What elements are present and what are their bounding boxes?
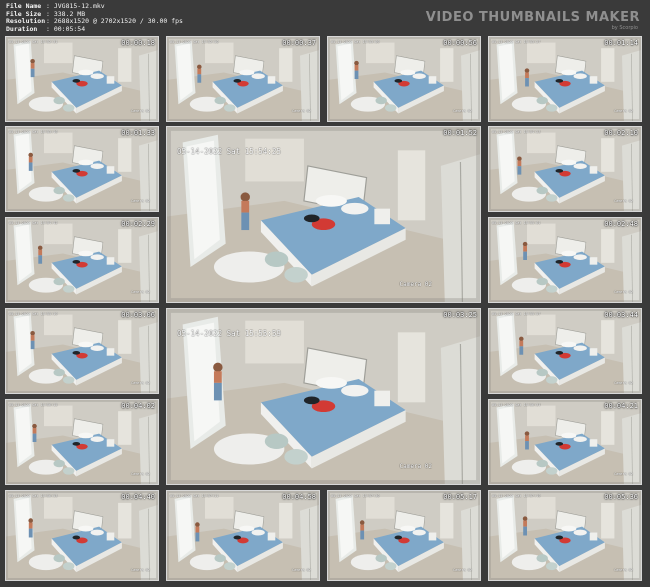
- camera-label-overlay: Camera 02: [614, 472, 633, 476]
- camera-timestamp-overlay: 05-14-2022 Sat 15:57:11: [170, 494, 219, 498]
- camera-frame-image: [328, 491, 480, 580]
- thumbnail-timecode: 00:00:56: [443, 39, 477, 47]
- camera-timestamp-overlay: 05-14-2022 Sat 15:55:01: [492, 221, 541, 225]
- thumbnail[interactable]: 05-14-2022 Sat 15:55:57 Camera 02 00:03:44: [488, 308, 642, 394]
- thumbnail-timecode: 00:00:18: [121, 39, 155, 47]
- camera-timestamp-overlay: 05-14-2022 Sat 15:52:50: [170, 40, 219, 44]
- camera-timestamp-overlay: 05-14-2022 Sat 15:53:46: [9, 130, 58, 134]
- thumbnail-timecode: 00:01:52: [443, 129, 477, 137]
- thumbnail[interactable]: 05-14-2022 Sat 15:56:34 Camera 02 00:04:21: [488, 399, 642, 485]
- camera-frame-image: [6, 491, 158, 580]
- camera-timestamp-overlay: 05-14-2022 Sat 15:54:42: [9, 221, 58, 225]
- thumbnail-timecode: 00:03:06: [121, 311, 155, 319]
- thumbnail[interactable]: 05-14-2022 Sat 15:54:42 Camera 02 00:02:29: [5, 217, 159, 303]
- camera-timestamp-overlay: 05-14-2022 Sat 15:56:15: [9, 403, 58, 407]
- camera-label-overlay: Camera 02: [614, 199, 633, 203]
- thumbnail[interactable]: 05-14-2022 Sat 15:55:01 Camera 02 00:02:48: [488, 217, 642, 303]
- thumbnail-timecode: 00:05:17: [443, 493, 477, 501]
- camera-timestamp-overlay: 05-14-2022 Sat 15:55:57: [492, 312, 541, 316]
- camera-label-overlay: Camera 02: [614, 290, 633, 294]
- camera-timestamp-overlay: 05-14-2022 Sat 15:56:34: [492, 403, 541, 407]
- camera-timestamp-overlay: 05-14-2022 Sat 15:55:19: [9, 312, 58, 316]
- thumbnail-timecode: 00:02:48: [604, 220, 638, 228]
- camera-timestamp-overlay: 05-14-2022 Sat 15:54:23: [492, 130, 541, 134]
- thumbnail-timecode: 00:02:29: [121, 220, 155, 228]
- camera-label-overlay: Camera 02: [131, 109, 150, 113]
- thumbnail-timecode: 00:01:14: [604, 39, 638, 47]
- thumbnail[interactable]: 05-14-2022 Sat 15:53:46 Camera 02 00:01:33: [5, 126, 159, 212]
- camera-label-overlay: Camera 02: [292, 568, 311, 572]
- thumbnail-timecode: 00:00:37: [282, 39, 316, 47]
- thumbnail[interactable]: 05-14-2022 Sat 15:52:50 Camera 02 00:00:37: [166, 36, 320, 122]
- thumbnail-timecode: 00:04:58: [282, 493, 316, 501]
- camera-timestamp-overlay: 05-14-2022 Sat 15:53:27: [492, 40, 541, 44]
- thumbnail-grid: 05-14-2022 Sat 15:52:31 Camera 02 00:00:18…: [0, 0, 650, 587]
- camera-timestamp-overlay: 05-14-2022 Sat 15:57:49: [492, 494, 541, 498]
- thumbnail[interactable]: 05-14-2022 Sat 15:57:49 Camera 02 00:05:36: [488, 490, 642, 581]
- featured-thumbnail[interactable]: 05-14-2022 Sat 15:54:25 Camera 02 00:01:52: [166, 126, 481, 303]
- camera-frame-image: [489, 491, 641, 580]
- thumbnail[interactable]: 05-14-2022 Sat 15:55:19 Camera 02 00:03:06: [5, 308, 159, 394]
- thumbnail[interactable]: 05-14-2022 Sat 15:57:30 Camera 02 00:05:17: [327, 490, 481, 581]
- camera-label-overlay: Camera 02: [131, 381, 150, 385]
- camera-label-overlay: Camera 02: [131, 568, 150, 572]
- camera-timestamp-overlay: 05-14-2022 Sat 15:53:09: [331, 40, 380, 44]
- thumbnail[interactable]: 05-14-2022 Sat 15:52:31 Camera 02 00:00:18: [5, 36, 159, 122]
- thumbnail-timecode: 00:04:02: [121, 402, 155, 410]
- camera-label-overlay: Camera 02: [399, 463, 432, 470]
- thumbnail-timecode: 00:03:25: [443, 311, 477, 319]
- thumbnail-timecode: 00:01:33: [121, 129, 155, 137]
- thumbnail-timecode: 00:04:21: [604, 402, 638, 410]
- camera-label-overlay: Camera 02: [453, 568, 472, 572]
- camera-timestamp-overlay: 05-14-2022 Sat 15:57:30: [331, 494, 380, 498]
- camera-label-overlay: Camera 02: [614, 381, 633, 385]
- camera-timestamp-overlay: 05-14-2022 Sat 15:55:59: [177, 329, 281, 338]
- camera-timestamp-overlay: 05-14-2022 Sat 15:56:53: [9, 494, 58, 498]
- camera-label-overlay: Camera 02: [131, 199, 150, 203]
- thumbnail-timecode: 00:02:10: [604, 129, 638, 137]
- thumbnail[interactable]: 05-14-2022 Sat 15:53:27 Camera 02 00:01:14: [488, 36, 642, 122]
- thumbnail-timecode: 00:04:40: [121, 493, 155, 501]
- camera-timestamp-overlay: 05-14-2022 Sat 15:52:31: [9, 40, 58, 44]
- camera-label-overlay: Camera 02: [131, 472, 150, 476]
- camera-label-overlay: Camera 02: [614, 568, 633, 572]
- featured-thumbnail[interactable]: 05-14-2022 Sat 15:55:59 Camera 02 00:03:25: [166, 308, 481, 485]
- thumbnail[interactable]: 05-14-2022 Sat 15:56:53 Camera 02 00:04:40: [5, 490, 159, 581]
- camera-timestamp-overlay: 05-14-2022 Sat 15:54:25: [177, 147, 281, 156]
- camera-frame-image: [167, 491, 319, 580]
- thumbnail[interactable]: 05-14-2022 Sat 15:57:11 Camera 02 00:04:58: [166, 490, 320, 581]
- camera-label-overlay: Camera 02: [453, 109, 472, 113]
- thumbnail-timecode: 00:03:44: [604, 311, 638, 319]
- camera-label-overlay: Camera 02: [292, 109, 311, 113]
- camera-label-overlay: Camera 02: [399, 281, 432, 288]
- thumbnail[interactable]: 05-14-2022 Sat 15:53:09 Camera 02 00:00:56: [327, 36, 481, 122]
- thumbnail-timecode: 00:05:36: [604, 493, 638, 501]
- camera-label-overlay: Camera 02: [131, 290, 150, 294]
- thumbnail[interactable]: 05-14-2022 Sat 15:56:15 Camera 02 00:04:02: [5, 399, 159, 485]
- camera-label-overlay: Camera 02: [614, 109, 633, 113]
- thumbnail[interactable]: 05-14-2022 Sat 15:54:23 Camera 02 00:02:10: [488, 126, 642, 212]
